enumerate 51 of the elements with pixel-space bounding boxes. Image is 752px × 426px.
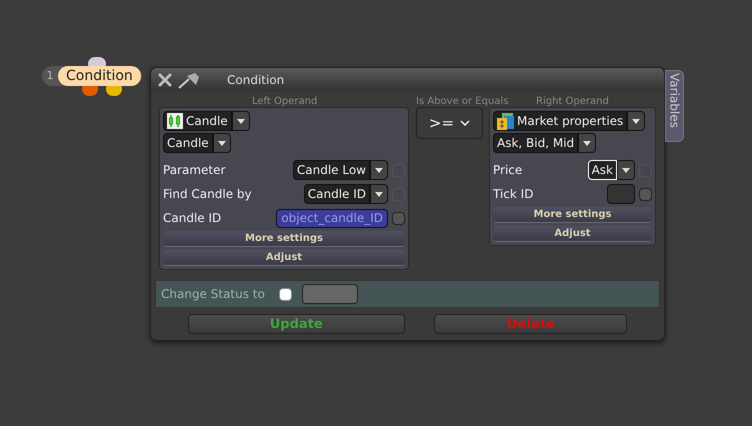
candlestick-icon (167, 113, 183, 129)
select-field[interactable]: Candle (163, 133, 213, 153)
checkbox[interactable] (278, 288, 292, 300)
checkbox[interactable] (639, 188, 652, 200)
variables-tab[interactable]: Variables (665, 70, 684, 142)
window-title: Condition (227, 72, 284, 88)
node-label: Condition (58, 66, 141, 86)
field-label: Parameter (163, 162, 226, 179)
caret-icon (583, 140, 592, 146)
select-field[interactable]: Ask (588, 160, 617, 180)
panel-button[interactable]: More settings (493, 207, 652, 223)
variable-field[interactable]: object_candle_ID (276, 208, 388, 228)
checkbox[interactable] (392, 212, 405, 224)
caret-icon (375, 192, 383, 196)
dropdown-button[interactable] (212, 133, 231, 153)
market-icon (497, 112, 514, 130)
section-heading: Left Operand (252, 95, 318, 109)
dropdown-button[interactable] (627, 111, 646, 131)
select-field[interactable]: Ask, Bid, Mid (493, 133, 578, 153)
section-heading: Is Above or Equals (416, 95, 508, 109)
dropdown-button[interactable] (370, 184, 388, 204)
node-index: 1 (46, 68, 54, 84)
select-field[interactable]: Candle (163, 111, 232, 131)
caret-icon (375, 168, 383, 172)
section-heading: Right Operand (536, 95, 609, 109)
caret-icon (236, 118, 245, 124)
node-pill[interactable]: 1 Condition (42, 66, 142, 86)
panel-button[interactable]: More settings (163, 231, 405, 247)
dropdown-button[interactable] (617, 160, 635, 180)
field-label: Find Candle by (163, 186, 252, 203)
input-field[interactable] (607, 184, 635, 204)
panel-button[interactable]: Adjust (493, 226, 652, 242)
status-field[interactable] (302, 284, 358, 304)
field-label: Tick ID (493, 186, 534, 203)
field-label: Candle ID (163, 210, 222, 227)
dropdown-button[interactable] (578, 133, 596, 153)
caret-icon (218, 140, 226, 146)
field-label: Price (493, 162, 522, 179)
select-field[interactable]: Market properties (493, 111, 628, 131)
panel-button[interactable]: Adjust (163, 250, 405, 266)
caret-icon (622, 168, 630, 172)
operator-dropdown[interactable]: >= (416, 107, 483, 139)
select-field[interactable]: Candle Low (292, 160, 370, 180)
select-field[interactable]: Candle ID (304, 184, 370, 204)
dropdown-button[interactable] (370, 160, 388, 180)
dropdown-button[interactable] (232, 111, 250, 131)
field-label: Change Status to (161, 286, 265, 303)
caret-icon (632, 118, 640, 124)
pin-icon (177, 70, 201, 88)
chevron-icon (460, 120, 470, 126)
close-icon (157, 72, 173, 88)
